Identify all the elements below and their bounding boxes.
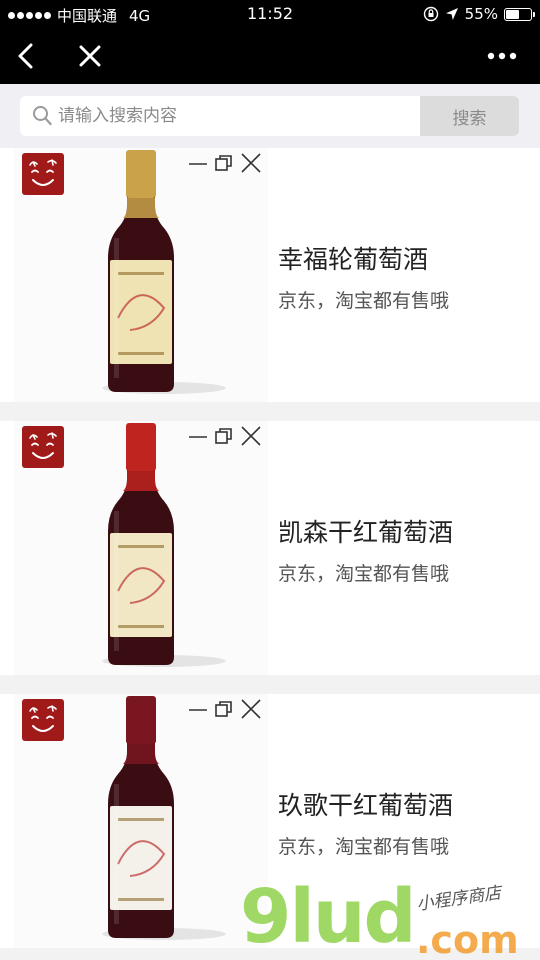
watermark-domain: .com xyxy=(416,918,519,960)
nav-bar xyxy=(0,28,540,84)
minimize-icon[interactable] xyxy=(188,153,208,173)
product-title: 凯森干红葡萄酒 xyxy=(278,518,454,547)
watermark-tagline: 小程序商店 xyxy=(415,883,503,915)
brand-logo xyxy=(22,426,64,468)
window-controls xyxy=(188,152,262,174)
product-card[interactable]: 幸福轮葡萄酒 京东，淘宝都有售哦 xyxy=(0,148,540,402)
close-icon[interactable] xyxy=(240,698,262,720)
close-button[interactable] xyxy=(70,36,110,76)
product-title: 玖歌干红葡萄酒 xyxy=(278,791,454,820)
search-box xyxy=(20,96,420,136)
chevron-left-icon xyxy=(18,43,33,69)
restore-icon[interactable] xyxy=(214,699,234,719)
brand-logo xyxy=(22,699,64,741)
battery-icon xyxy=(504,7,535,21)
watermark-brand: 9lud xyxy=(240,874,417,960)
product-subtitle: 京东，淘宝都有售哦 xyxy=(278,836,450,858)
search-icon xyxy=(33,106,52,126)
status-bar: 中国联通 4G 11:52 55% xyxy=(0,0,540,28)
battery-percent: 55% xyxy=(464,5,498,23)
brand-logo xyxy=(22,153,64,195)
search-input[interactable] xyxy=(58,96,414,136)
more-button[interactable] xyxy=(482,36,522,76)
close-icon[interactable] xyxy=(240,425,262,447)
watermark: 9lud 小程序商店 .com xyxy=(240,880,540,960)
product-subtitle: 京东，淘宝都有售哦 xyxy=(278,290,450,312)
window-controls xyxy=(188,698,262,720)
location-arrow-icon xyxy=(445,8,458,20)
search-button[interactable]: 搜索 xyxy=(420,96,519,136)
back-button[interactable] xyxy=(6,36,46,76)
minimize-icon[interactable] xyxy=(188,426,208,446)
close-icon[interactable] xyxy=(240,152,262,174)
restore-icon[interactable] xyxy=(214,153,234,173)
minimize-icon[interactable] xyxy=(188,699,208,719)
more-icon xyxy=(487,52,517,60)
status-right: 55% xyxy=(423,5,535,23)
product-title: 幸福轮葡萄酒 xyxy=(278,245,429,274)
search-bar: 搜索 xyxy=(0,84,540,148)
restore-icon[interactable] xyxy=(214,426,234,446)
product-subtitle: 京东，淘宝都有售哦 xyxy=(278,563,450,585)
orientation-lock-icon xyxy=(423,6,438,22)
window-controls xyxy=(188,425,262,447)
smiley-logo-icon xyxy=(29,705,57,732)
product-card[interactable]: 凯森干红葡萄酒 京东，淘宝都有售哦 xyxy=(0,421,540,675)
smiley-logo-icon xyxy=(29,432,57,459)
smiley-logo-icon xyxy=(29,159,57,186)
close-icon xyxy=(79,45,101,67)
battery-fill xyxy=(506,9,519,19)
